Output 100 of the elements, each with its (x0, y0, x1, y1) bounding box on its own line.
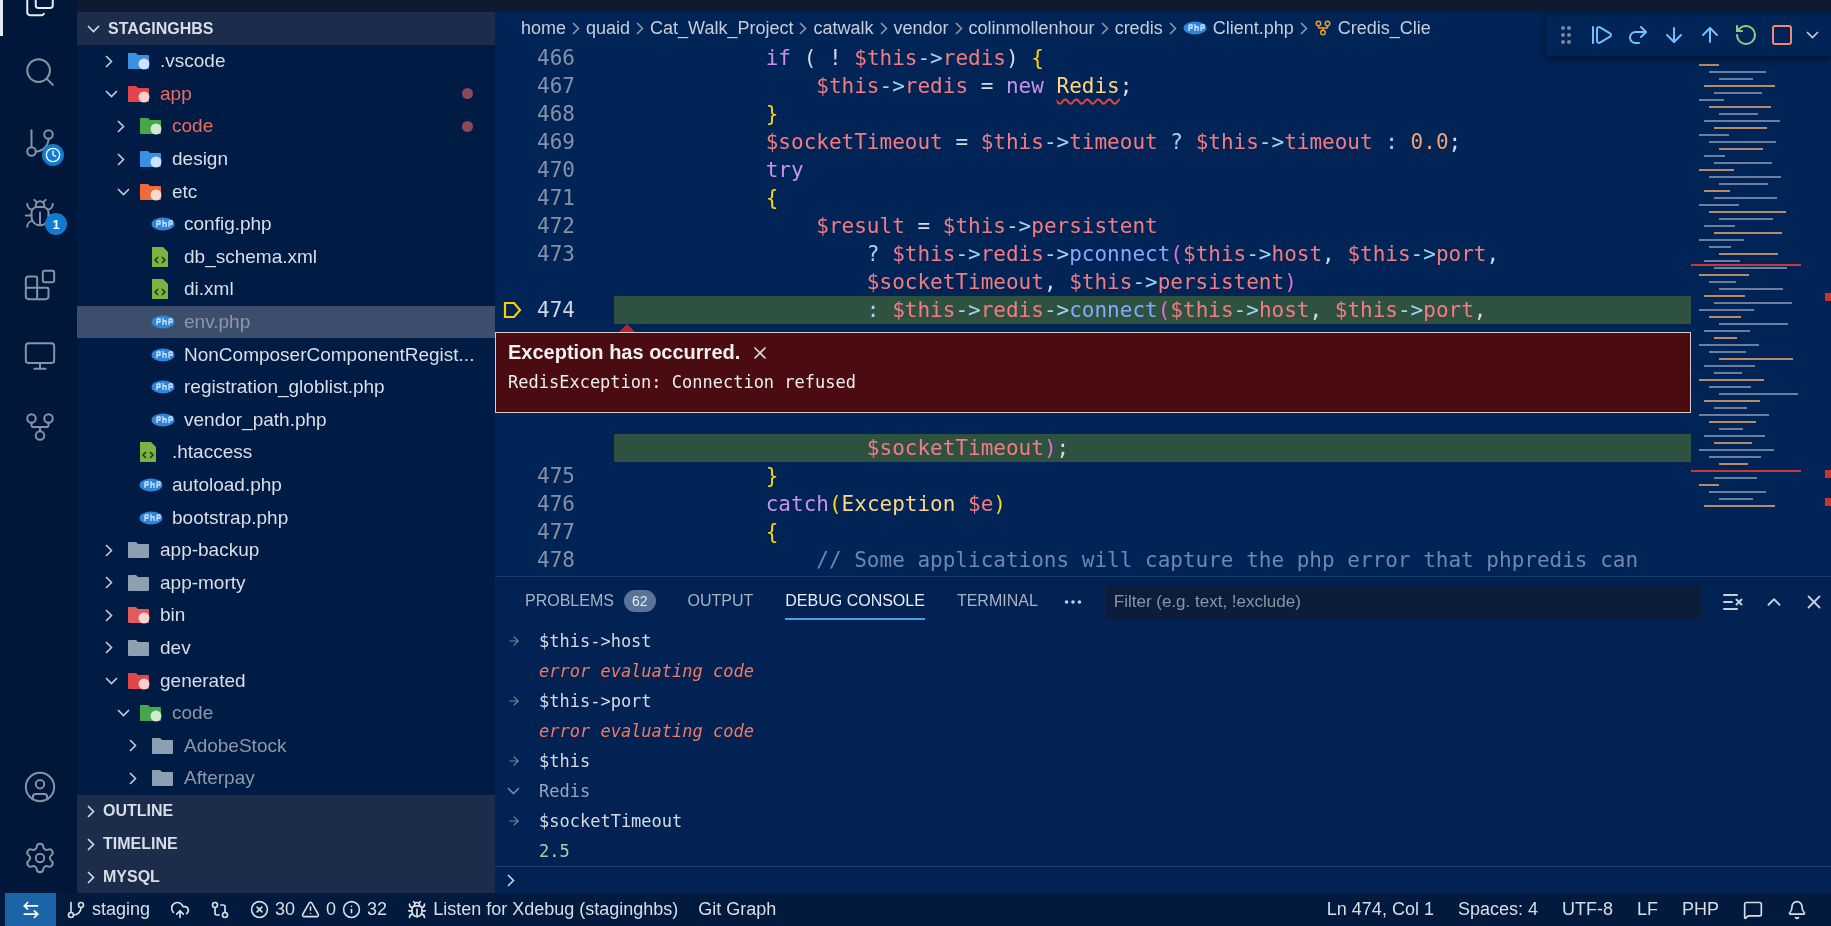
continue-icon[interactable] (1590, 23, 1614, 47)
step-over-icon[interactable] (1626, 23, 1650, 47)
breadcrumb[interactable]: vendor (893, 17, 949, 39)
breadcrumb[interactable]: colinmollenhour (968, 17, 1095, 39)
tree-item[interactable]: autoload.php (77, 468, 495, 502)
line-number: 475 (537, 463, 575, 490)
problems-button[interactable]: 30 0 32 (240, 893, 398, 926)
line-number: 472 (537, 213, 575, 240)
breadcrumb[interactable]: credis (1114, 17, 1163, 39)
tree-item[interactable]: app-backup (77, 533, 495, 567)
chevron-down-icon[interactable] (507, 787, 520, 795)
status-item[interactable]: Ln 474, Col 1 (1316, 893, 1444, 926)
php-file-icon (151, 217, 175, 232)
php-file-icon (151, 347, 175, 362)
tree-item[interactable]: config.php (77, 207, 495, 241)
tree-item[interactable]: .htaccess (77, 436, 495, 469)
php-file-icon (151, 380, 175, 395)
restart-icon[interactable] (1734, 23, 1758, 47)
panel-tab[interactable]: PROBLEMS 62 (525, 583, 656, 620)
tree-item[interactable]: registration_globlist.php (77, 370, 495, 404)
status-item[interactable]: Git Graph (688, 893, 787, 926)
section-header[interactable]: STAGINGHBS (77, 12, 495, 45)
section-header[interactable]: MYSQL (77, 860, 495, 893)
line-number: 467 (537, 73, 575, 100)
panel-tab[interactable]: TERMINAL (956, 583, 1038, 620)
tree-item[interactable]: NonComposerComponentRegist... (77, 338, 495, 371)
console-group[interactable]: Redis (539, 781, 591, 801)
tree-item[interactable]: code (77, 696, 495, 730)
stop-icon[interactable] (1770, 23, 1794, 47)
tree-item[interactable]: db_schema.xml (77, 240, 495, 274)
tree-item[interactable]: design (77, 142, 495, 176)
line-number: 477 (537, 519, 575, 546)
folder-icon (151, 768, 175, 789)
status-item[interactable]: LF (1626, 893, 1668, 926)
tree-item[interactable]: app (77, 77, 495, 111)
line-number: 478 (537, 547, 575, 574)
tree-item[interactable]: generated (77, 664, 495, 697)
warning-icon (301, 900, 321, 919)
status-item[interactable]: UTF-8 (1551, 893, 1623, 926)
code-line: $socketTimeout, $this->persistent) (865, 269, 1298, 296)
info-icon (342, 900, 362, 919)
tree-item[interactable]: bin (77, 599, 495, 632)
tree-item[interactable]: dev (77, 631, 495, 665)
warning-count: 0 (326, 899, 337, 920)
code-line: } (764, 101, 780, 128)
code-file-icon (139, 441, 157, 464)
code-line: catch(Exception $e) (764, 491, 1007, 518)
remote-button[interactable] (5, 893, 56, 926)
breadcrumb[interactable]: Credis_Clie (1337, 17, 1431, 39)
line-number: 476 (537, 491, 575, 518)
breadcrumb[interactable]: catwalk (813, 17, 874, 39)
panel-tab[interactable]: DEBUG CONSOLE (785, 583, 925, 620)
console-expression: $this->port (539, 691, 652, 711)
code-line: $socketTimeout = $this->timeout ? $this->timeout : 0.0; (764, 129, 1463, 156)
tree-item[interactable]: .vscode (77, 45, 495, 78)
feedback-icon (1743, 899, 1763, 920)
line-number: 468 (537, 101, 575, 128)
tree-item[interactable]: app-morty (77, 566, 495, 600)
status-item[interactable]: Spaces: 4 (1447, 893, 1548, 926)
debug-config-button[interactable]: Listen for Xdebug (staginghbs) (397, 893, 689, 926)
folder-icon (151, 735, 175, 756)
code-line: // Some applications will capture the php error that phpredis can (815, 547, 1640, 574)
folder-icon (139, 149, 163, 170)
branch-button[interactable]: staging (56, 893, 161, 926)
tree-item[interactable]: vendor_path.php (77, 403, 495, 437)
breadcrumb[interactable]: Cat_Walk_Project (650, 17, 794, 39)
tree-item[interactable]: AdobeStock (77, 729, 495, 763)
folder-icon (127, 540, 151, 561)
modified-dot (462, 88, 473, 100)
breadcrumb[interactable]: home (521, 17, 567, 39)
caret-icon[interactable] (1806, 31, 1819, 39)
tree-item[interactable]: etc (77, 175, 495, 208)
php-file-icon (1182, 21, 1207, 35)
line-number: 474 (537, 297, 575, 324)
console-value: 2.5 (539, 841, 570, 861)
count-badge: 62 (623, 589, 656, 612)
activity-button[interactable]: 1 (0, 178, 77, 249)
prompt-icon[interactable] (507, 874, 515, 887)
folder-icon (127, 83, 151, 104)
tree-item[interactable]: code (77, 110, 495, 143)
folder-icon (127, 670, 151, 691)
breadcrumb-separator-icon (636, 21, 645, 35)
breadcrumb[interactable]: Client.php (1212, 17, 1294, 39)
line-number: 466 (537, 45, 575, 72)
modified-dot (462, 121, 473, 132)
section-header[interactable]: TIMELINE (77, 827, 495, 861)
panel-tab[interactable]: OUTPUT (687, 583, 754, 620)
code-line: { (764, 519, 780, 546)
breadcrumb-separator-icon (572, 21, 581, 35)
code-file-icon (151, 245, 169, 268)
breadcrumb[interactable]: quaid (586, 17, 631, 39)
tree-item[interactable]: di.xml (77, 273, 495, 306)
status-item[interactable]: PHP (1672, 893, 1729, 926)
tree-item[interactable]: bootstrap.php (77, 501, 495, 534)
breadcrumb-separator-icon (1299, 21, 1308, 35)
section-header[interactable]: OUTLINE (77, 794, 495, 828)
exception-message: RedisException: Connection refused (508, 372, 857, 392)
filter-field[interactable]: Filter (e.g. text, !exclude) (1105, 584, 1701, 619)
error-icon (250, 900, 270, 919)
tree-item[interactable]: Afterpay (77, 762, 495, 795)
